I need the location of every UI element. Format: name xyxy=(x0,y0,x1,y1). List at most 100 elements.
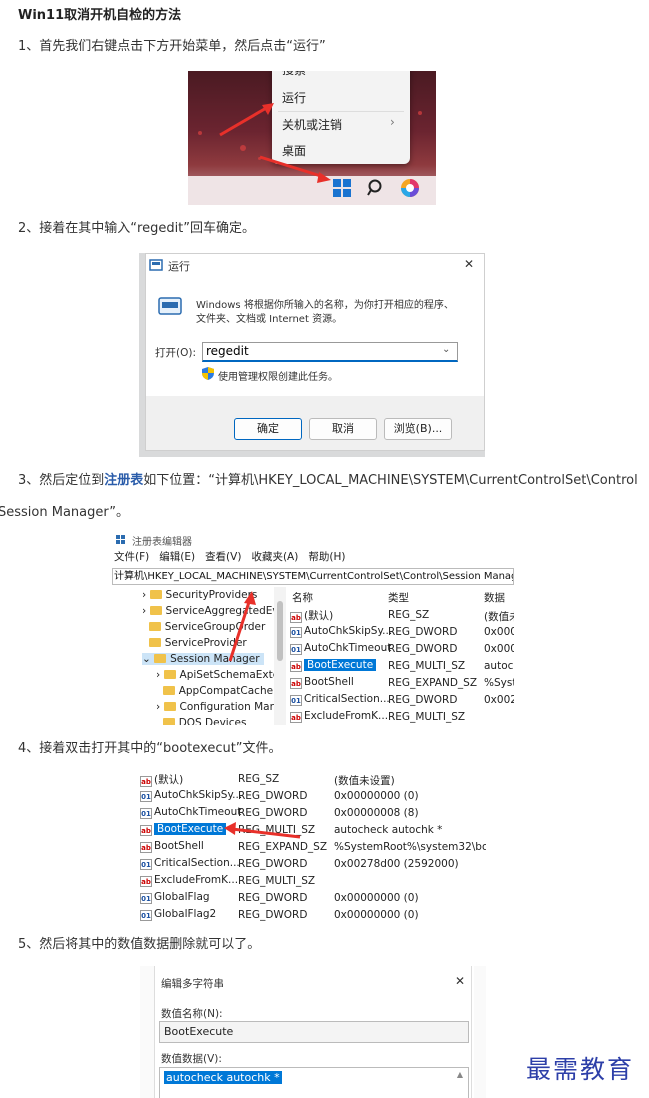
start-context-menu-screenshot: 搜索 运行 关机或注销 › 桌面 xyxy=(188,71,436,205)
edit-dialog-title: 编辑多字符串 xyxy=(161,978,224,990)
tree-item[interactable]: AppCompatCache xyxy=(156,685,273,697)
value-type: REG_MULTI_SZ xyxy=(238,824,316,836)
menu-item-run[interactable]: 运行 xyxy=(282,89,306,106)
tree-scrollbar[interactable] xyxy=(274,587,286,725)
value-row[interactable]: ab (默认) xyxy=(290,608,333,623)
value-type: REG_DWORD xyxy=(388,626,458,638)
tree-item[interactable]: › ApiSetSchemaExte xyxy=(156,669,279,681)
tree-item[interactable]: › ServiceAggregatedEv xyxy=(142,605,279,617)
article-title: Win11取消开机自检的方法 xyxy=(18,8,182,23)
value-name-field[interactable]: BootExecute xyxy=(159,1021,469,1043)
search-icon[interactable] xyxy=(367,179,385,197)
value-data: 0x00278d00 (2592000) xyxy=(334,858,459,870)
value-data-field[interactable]: autocheck autochk * xyxy=(159,1067,469,1098)
step-1-text: 1、首先我们右键点击下方开始菜单，然后点击“运行” xyxy=(18,39,326,54)
string-value-icon: ab xyxy=(140,876,152,887)
tree-item-session-manager[interactable]: ⌄ Session Manager xyxy=(142,653,264,665)
cancel-button[interactable]: 取消 xyxy=(309,418,377,440)
close-icon[interactable]: ✕ xyxy=(455,974,465,988)
address-bar[interactable]: 计算机\HKEY_LOCAL_MACHINE\SYSTEM\CurrentCon… xyxy=(112,568,514,585)
tree-item[interactable]: › Configuration Mar xyxy=(156,701,274,713)
value-row[interactable]: 01 GlobalFlag xyxy=(140,891,210,904)
value-data: 0x00000000 (0) xyxy=(334,909,419,921)
values-list-screenshot: ab (默认) REG_SZ (数值未设置) 01 AutoChkSkipSy...… xyxy=(140,770,486,922)
binary-value-icon: 01 xyxy=(290,644,302,655)
run-dialog-title: 运行 xyxy=(168,260,190,273)
open-label: 打开(O): xyxy=(155,347,196,359)
value-type: REG_DWORD xyxy=(238,909,308,921)
value-row-boot-execute[interactable]: ab BootExecute xyxy=(140,823,227,836)
close-icon[interactable]: ✕ xyxy=(464,257,474,271)
run-description-line-2: 文件夹、文档或 Internet 资源。 xyxy=(196,314,343,325)
menu-help[interactable]: 帮助(H) xyxy=(308,551,345,563)
column-type[interactable]: 类型 xyxy=(388,590,409,605)
value-name-label: 数值名称(N): xyxy=(161,1008,223,1020)
value-row[interactable]: ab ExcludeFromK... xyxy=(140,874,238,887)
menu-favorites[interactable]: 收藏夹(A) xyxy=(251,551,298,563)
value-row[interactable]: 01 GlobalFlag2 xyxy=(140,908,216,921)
value-row[interactable]: ab BootShell xyxy=(290,676,354,689)
value-data: 0x00000000 (0) xyxy=(334,790,419,802)
value-type: REG_DWORD xyxy=(238,858,308,870)
value-row[interactable]: 01 CriticalSection... xyxy=(140,857,240,870)
copilot-icon[interactable] xyxy=(400,178,420,198)
value-row[interactable]: 01 AutoChkSkipSy... xyxy=(290,625,392,638)
step-3-prefix: 3、然后定位到 xyxy=(18,473,105,488)
menu-item-shutdown[interactable]: 关机或注销 xyxy=(282,116,342,133)
watermark-logo: 最需教育 xyxy=(526,1055,635,1084)
tree-item[interactable]: › SecurityProviders xyxy=(142,589,257,601)
string-value-icon: ab xyxy=(140,776,152,787)
tree-item[interactable]: DOS Devices xyxy=(156,717,246,725)
chevron-down-icon[interactable]: ⌄ xyxy=(442,344,450,355)
value-row[interactable]: 01 CriticalSection... xyxy=(290,693,390,706)
open-input[interactable]: regedit xyxy=(202,342,458,362)
value-row[interactable]: ab BootShell xyxy=(140,840,204,853)
step-3-text: 3、然后定位到注册表如下位置：“计算机\HKEY_LOCAL_MACHINE\S… xyxy=(18,472,638,490)
column-name[interactable]: 名称 xyxy=(292,590,313,605)
registry-editor-screenshot: 注册表编辑器 文件(F) 编辑(E) 查看(V) 收藏夹(A) 帮助(H) 计算机\HK… xyxy=(112,533,514,725)
value-row-boot-execute[interactable]: ab BootExecute xyxy=(290,659,377,672)
menu-item-desktop[interactable]: 桌面 xyxy=(282,142,306,159)
value-type: REG_MULTI_SZ xyxy=(238,875,316,887)
binary-value-icon: 01 xyxy=(140,859,152,870)
value-row[interactable]: 01 AutoChkSkipSy... xyxy=(140,789,242,802)
edit-multistring-dialog: 编辑多字符串 ✕ 数值名称(N): BootExecute 数值数据(V): a… xyxy=(154,966,472,1098)
value-data: 0x00000008 (8) xyxy=(334,807,419,819)
binary-value-icon: 01 xyxy=(140,893,152,904)
selected-data-text: autocheck autochk * xyxy=(164,1071,282,1084)
menu-item-search[interactable]: 搜索 xyxy=(282,71,306,78)
string-value-icon: ab xyxy=(290,678,302,689)
ok-button[interactable]: 确定 xyxy=(234,418,302,440)
tree-item[interactable]: ServiceGroupOrder xyxy=(142,621,265,633)
menu-view[interactable]: 查看(V) xyxy=(205,551,241,563)
tree-item[interactable]: ServiceProvider xyxy=(142,637,247,649)
value-row[interactable]: 01 AutoChkTimeout xyxy=(140,806,241,819)
step-5-text: 5、然后将其中的数值数据删除就可以了。 xyxy=(18,937,261,952)
value-row[interactable]: 01 AutoChkTimeout xyxy=(290,642,391,655)
column-data[interactable]: 数据 xyxy=(484,590,505,605)
regedit-app-icon xyxy=(116,535,125,544)
windows-start-icon[interactable] xyxy=(333,179,351,197)
browse-button[interactable]: 浏览(B)... xyxy=(384,418,452,440)
binary-value-icon: 01 xyxy=(140,791,152,802)
value-data: autoch xyxy=(484,660,514,672)
binary-value-icon: 01 xyxy=(140,808,152,819)
value-row[interactable]: ab (默认) xyxy=(140,772,183,787)
step-4-text: 4、接着双击打开其中的“bootexecut”文件。 xyxy=(18,741,282,756)
value-data: 0x0000 xyxy=(484,626,514,638)
run-dialog: 运行 ✕ Windows 将根据你所输入的名称，为你打开相应的程序、 文件夹、文… xyxy=(145,253,485,451)
run-description-line-1: Windows 将根据你所输入的名称，为你打开相应的程序、 xyxy=(196,300,454,311)
scroll-up-icon[interactable]: ▲ xyxy=(457,1070,463,1079)
menu-file[interactable]: 文件(F) xyxy=(114,551,149,563)
step-2-text: 2、接着在其中输入“regedit”回车确定。 xyxy=(18,221,256,236)
registry-link[interactable]: 注册表 xyxy=(104,473,143,488)
binary-value-icon: 01 xyxy=(290,627,302,638)
value-data-label: 数值数据(V): xyxy=(161,1053,222,1065)
value-data: 0x002 xyxy=(484,694,514,706)
value-data: autocheck autochk * xyxy=(334,824,443,836)
value-type: REG_DWORD xyxy=(238,892,308,904)
taskbar xyxy=(188,176,436,205)
value-type: REG_DWORD xyxy=(238,790,308,802)
menu-edit[interactable]: 编辑(E) xyxy=(159,551,195,563)
value-row[interactable]: ab ExcludeFromK... xyxy=(290,710,388,723)
